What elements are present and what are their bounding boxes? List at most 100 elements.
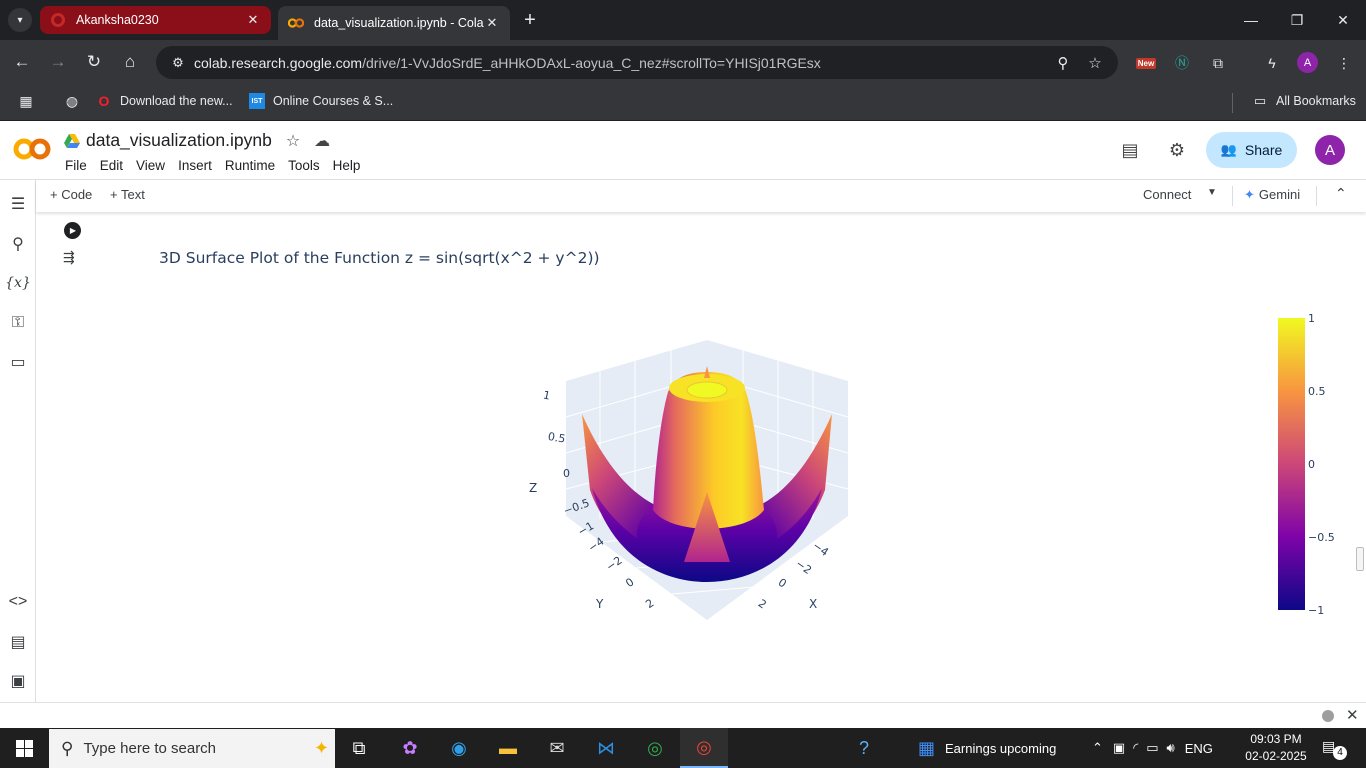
task-view-icon[interactable]: ⧉ [335,728,383,768]
close-status-icon[interactable]: ✕ [1346,706,1359,724]
gemini-spark-icon: ✦ [1244,187,1255,202]
notebook-title[interactable]: data_visualization.ipynb [86,130,272,151]
command-palette-icon[interactable]: ▤ [6,630,30,654]
close-tab-icon[interactable]: ✕ [484,15,500,31]
code-snippets-icon[interactable]: <> [6,590,30,614]
connect-button[interactable]: Connect [1143,187,1191,202]
profile-avatar[interactable]: A [1297,52,1318,73]
settings-gear-icon[interactable]: ⚙ [1164,137,1190,163]
star-icon[interactable]: ☆ [286,131,300,151]
comments-icon[interactable]: ▤ [1117,137,1143,163]
github-icon [50,12,66,28]
bookmark-ist[interactable]: IST Online Courses & S... [249,93,393,109]
chrome-active-icon[interactable]: ◎ [680,728,728,768]
add-code-button[interactable]: + Code [50,187,92,202]
y-tick: 0 [623,575,636,590]
secrets-key-icon[interactable]: ⚿ [6,311,30,335]
colorbar-tick: 0 [1308,458,1315,471]
table-of-contents-icon[interactable]: ☰ [6,192,30,216]
menu-file[interactable]: File [65,158,87,173]
extension-new-icon[interactable]: New [1134,51,1158,75]
menu-help[interactable]: Help [333,158,361,173]
opera-icon: O [98,93,110,109]
collapse-toolbar-icon[interactable]: ⌃ [1335,185,1347,202]
left-rail: ☰ ⚲ {x} ⚿ ▭ <> ▤ ▣ [0,180,36,702]
colorbar-tick: 1 [1308,312,1315,325]
clock[interactable]: 09:03 PM 02-02-2025 [1245,731,1307,765]
file-explorer-icon[interactable]: ▬ [484,728,532,768]
minimize-icon[interactable]: — [1228,0,1274,40]
x-axis-label: X [809,597,817,611]
more-menu-icon[interactable]: ⋮ [1332,51,1356,75]
toolbar-divider [1316,186,1317,206]
search-icon: ⚲ [61,738,74,758]
tab-github[interactable]: Akanksha0230 ✕ [40,6,271,34]
menu-edit[interactable]: Edit [100,158,123,173]
home-icon[interactable]: ⌂ [118,50,142,74]
volume-icon[interactable]: 🔊︎ [1167,740,1175,756]
language-indicator[interactable]: ENG [1185,741,1213,756]
globe-icon[interactable]: ◍ [64,93,88,109]
back-icon[interactable]: ← [10,50,34,74]
menu-view[interactable]: View [136,158,165,173]
menu-runtime[interactable]: Runtime [225,158,275,173]
taskbar-search-box[interactable]: ⚲ Type here to search ✦ [49,729,335,768]
site-info-icon[interactable]: ⚙ [162,55,194,71]
account-avatar[interactable]: A [1315,135,1345,165]
runtime-status-icon[interactable] [1322,710,1334,722]
output-scrollbar[interactable] [1356,547,1364,571]
toolbar-divider [1232,186,1233,206]
weather-widget[interactable]: ▦ Earnings upcoming [918,728,1056,768]
windows-start-icon[interactable] [16,740,33,757]
menu-bar: File Edit View Insert Runtime Tools Help [65,158,373,173]
vscode-icon[interactable]: ⋈ [582,728,630,768]
colorbar-ticks: 1 0.5 0 −0.5 −1 [1308,312,1335,617]
cloud-saved-icon[interactable]: ☁ [314,131,330,151]
google-drive-icon [64,133,80,148]
z-tick: 0 [563,467,570,480]
copilot-app-icon[interactable]: ✿ [386,728,434,768]
variables-icon[interactable]: {x} [5,271,31,295]
extensions-puzzle-icon[interactable]: ⧉ [1206,51,1230,75]
apps-grid-icon[interactable]: ▦ [18,93,42,109]
bookmark-opera[interactable]: O Download the new... [96,93,233,109]
close-tab-icon[interactable]: ✕ [245,12,261,28]
restore-icon[interactable]: ❐ [1274,0,1320,40]
new-tab-button[interactable]: + [519,9,541,31]
menu-tools[interactable]: Tools [288,158,320,173]
terminal-icon[interactable]: ▣ [6,669,30,693]
help-icon[interactable]: ? [840,728,888,768]
ist-icon: IST [249,93,265,109]
address-bar[interactable]: ⚙ colab.research.google.com/drive/1-VvJd… [156,46,1118,79]
connect-dropdown-icon[interactable]: ▼ [1207,187,1217,198]
colab-header: data_visualization.ipynb ☆ ☁ File Edit V… [0,121,1366,180]
zoom-icon[interactable]: ⚲ [1052,52,1074,74]
forward-icon[interactable]: → [46,50,70,74]
wifi-icon[interactable]: ◜ [1133,740,1138,756]
tray-overflow-icon[interactable]: ⌃ [1092,740,1103,756]
colab-logo[interactable] [13,138,51,167]
performance-icon[interactable]: ϟ [1260,51,1284,75]
menu-insert[interactable]: Insert [178,158,212,173]
clock-time: 09:03 PM [1250,732,1302,746]
extension-n-icon[interactable]: Ⓝ [1170,51,1194,75]
notifications-icon[interactable]: ▤ 4 [1322,738,1348,760]
share-button[interactable]: 👥 Share [1206,132,1297,168]
close-window-icon[interactable]: ✕ [1320,0,1366,40]
search-icon[interactable]: ⚲ [6,232,30,256]
edge-browser-icon[interactable]: ◉ [435,728,483,768]
tray-app-icon[interactable]: ▣ [1113,740,1125,756]
reload-icon[interactable]: ↻ [82,50,106,74]
files-folder-icon[interactable]: ▭ [6,350,30,374]
mail-icon[interactable]: ✉ [533,728,581,768]
bookmark-star-icon[interactable]: ☆ [1084,52,1106,74]
add-text-button[interactable]: + Text [110,187,145,202]
tab-colab[interactable]: data_visualization.ipynb - Colab ✕ [278,6,510,40]
tab-search-button[interactable]: ▾ [8,8,32,32]
all-bookmarks[interactable]: ▭ All Bookmarks [1252,93,1356,109]
battery-icon[interactable]: ▭ [1146,740,1158,756]
search-placeholder: Type here to search [83,740,217,757]
surface-plot[interactable]: 1 0.5 0 −0.5 −1 Z −4 −2 0 2 Y −4 −2 0 2 … [36,212,1356,702]
gemini-button[interactable]: ✦ Gemini [1244,187,1300,203]
chrome-icon[interactable]: ◎ [631,728,679,768]
